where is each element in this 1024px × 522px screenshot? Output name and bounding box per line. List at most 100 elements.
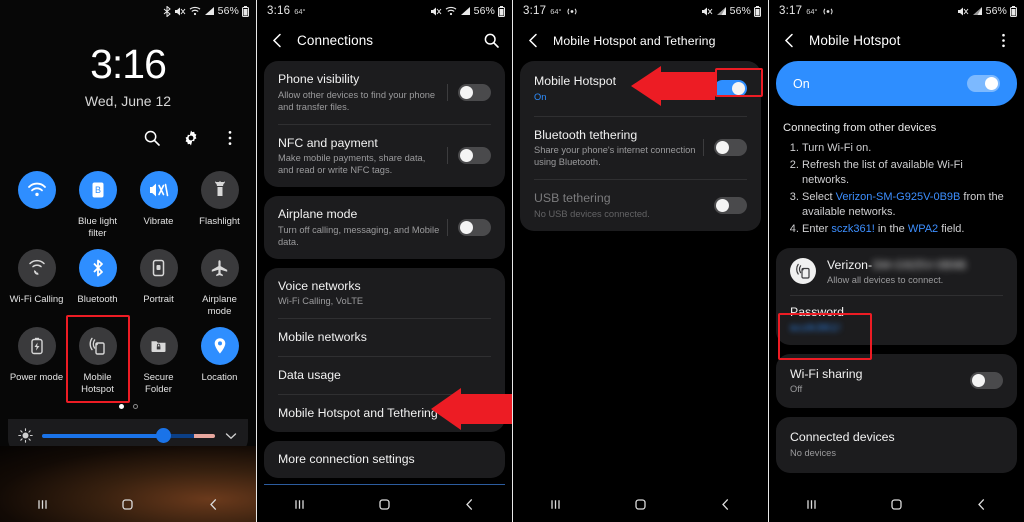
back-icon[interactable] bbox=[525, 32, 542, 49]
back-icon[interactable] bbox=[269, 32, 286, 49]
tile-bluetooth[interactable]: Bluetooth bbox=[71, 239, 125, 317]
tile-wifi-calling[interactable]: Wi-Fi Calling bbox=[10, 239, 64, 317]
mobile-data-icon bbox=[972, 6, 983, 16]
step-text: Turn Wi-Fi on. bbox=[802, 142, 872, 154]
row-mobile-networks[interactable]: Mobile networks bbox=[264, 319, 505, 356]
tile-wifi[interactable] bbox=[10, 161, 64, 239]
status-time: 3:16 bbox=[267, 5, 291, 17]
row-title: More connection settings bbox=[278, 452, 415, 466]
back-icon[interactable] bbox=[718, 497, 733, 512]
tile-flashlight[interactable]: Flashlight bbox=[193, 161, 247, 239]
battery-icon bbox=[1010, 5, 1017, 17]
row-more-connection-settings[interactable]: More connection settings bbox=[264, 441, 505, 478]
flashlight-icon bbox=[200, 171, 239, 209]
tile-mobile-hotspot[interactable]: Mobile Hotspot bbox=[65, 315, 130, 403]
overflow-menu-icon[interactable] bbox=[221, 129, 239, 147]
quick-panel: 56% 3:16 Wed, June 12 B Blue light filte… bbox=[0, 0, 256, 522]
toggle-mobile-hotspot[interactable] bbox=[714, 79, 747, 97]
home-icon[interactable] bbox=[889, 497, 904, 512]
wifi-icon bbox=[189, 6, 201, 16]
recents-icon[interactable] bbox=[292, 497, 307, 512]
clock-date: Wed, June 12 bbox=[84, 93, 172, 109]
tile-location[interactable]: Location bbox=[193, 317, 247, 395]
overflow-menu-icon[interactable] bbox=[995, 32, 1012, 49]
brightness-slider[interactable] bbox=[42, 428, 215, 443]
instruction-step: Refresh the list of available Wi-Fi netw… bbox=[802, 158, 1010, 189]
back-icon[interactable] bbox=[462, 497, 477, 512]
toggle-wifi-sharing[interactable] bbox=[970, 372, 1003, 390]
search-icon[interactable] bbox=[143, 129, 161, 147]
row-subtitle: Allow other devices to find your phone a… bbox=[278, 89, 436, 112]
wifi-icon bbox=[445, 6, 457, 16]
tile-airplane-mode[interactable]: Airplane mode bbox=[193, 239, 247, 317]
home-icon[interactable] bbox=[120, 497, 135, 512]
instruction-step: Enter sczk361! in the WPA2 field. bbox=[802, 222, 1010, 238]
row-phone-visibility[interactable]: Phone visibility Allow other devices to … bbox=[264, 61, 505, 124]
home-icon[interactable] bbox=[633, 497, 648, 512]
tile-row: Power mode Mobile Hotspot Secure Folder … bbox=[6, 315, 250, 403]
panel-mobile-hotspot: 3:17 64° 56% Mobile Hotspot On Connectin… bbox=[768, 0, 1024, 522]
status-bar: 3:16 64° 56% bbox=[257, 0, 512, 22]
navigation-bar bbox=[257, 486, 512, 522]
row-title: Wi-Fi sharing bbox=[790, 366, 863, 381]
toggle-bluetooth-tethering[interactable] bbox=[714, 139, 747, 157]
tile-label: Blue light filter bbox=[77, 216, 118, 239]
row-subtitle: Make mobile payments, share data, and re… bbox=[278, 153, 426, 175]
tile-portrait[interactable]: Portrait bbox=[132, 239, 186, 317]
row-nfc-and-payment[interactable]: NFC and payment Make mobile payments, sh… bbox=[264, 125, 505, 188]
back-icon[interactable] bbox=[206, 497, 221, 512]
row-subtitle: On bbox=[534, 91, 547, 102]
status-bar: 3:17 64° 56% bbox=[513, 0, 768, 22]
recents-icon[interactable] bbox=[35, 497, 50, 512]
mute-icon bbox=[430, 6, 442, 17]
tile-secure-folder[interactable]: Secure Folder bbox=[132, 317, 186, 395]
tile-blue-light-filter[interactable]: B Blue light filter bbox=[71, 161, 125, 239]
row-title: USB tethering bbox=[534, 191, 611, 205]
row-wifi-sharing[interactable]: Wi-Fi sharing Off bbox=[776, 354, 1017, 409]
row-bluetooth-tethering[interactable]: Bluetooth tethering Share your phone's i… bbox=[520, 117, 761, 180]
search-icon[interactable] bbox=[483, 32, 500, 49]
slider-knob[interactable] bbox=[156, 428, 172, 443]
row-voice-networks[interactable]: Voice networks Wi-Fi Calling, VoLTE bbox=[264, 268, 505, 319]
back-icon[interactable] bbox=[974, 497, 989, 512]
screen-header: Connections bbox=[257, 22, 512, 61]
row-title: Voice networks bbox=[278, 278, 361, 293]
card-ssid-password: Verizon- SM-G925V-0B9B Allow all devices … bbox=[776, 248, 1017, 345]
toggle-phone-visibility[interactable] bbox=[458, 83, 491, 101]
ssid-link[interactable]: Verizon-SM-G925V-0B9B bbox=[836, 191, 961, 203]
toggle-airplane-mode[interactable] bbox=[458, 218, 491, 236]
secure-folder-icon bbox=[139, 327, 178, 365]
home-icon[interactable] bbox=[377, 497, 392, 512]
page-dot-active bbox=[118, 404, 124, 409]
row-subtitle: Turn off calling, messaging, and Mobile … bbox=[278, 224, 440, 247]
row-connected-devices[interactable]: Connected devices No devices bbox=[776, 417, 1017, 473]
row-data-usage[interactable]: Data usage bbox=[264, 357, 505, 394]
row-password[interactable]: Password sczk361! bbox=[776, 296, 1017, 345]
back-icon[interactable] bbox=[781, 32, 798, 49]
tile-vibrate[interactable]: Vibrate bbox=[132, 161, 186, 239]
network-name-visible: Verizon- bbox=[827, 258, 873, 272]
step-text: field. bbox=[938, 222, 965, 235]
mute-icon bbox=[174, 6, 186, 17]
tile-power-mode[interactable]: Power mode bbox=[10, 317, 64, 395]
toggle-hotspot-master[interactable] bbox=[967, 75, 1000, 92]
password-link[interactable]: sczk361! bbox=[831, 223, 874, 235]
tile-label: Location bbox=[201, 372, 238, 383]
quick-panel-actions bbox=[0, 109, 256, 147]
bluetooth-icon bbox=[163, 5, 172, 17]
row-airplane-mode[interactable]: Airplane mode Turn off calling, messagin… bbox=[264, 196, 505, 259]
row-mobile-hotspot-and-tethering[interactable]: Mobile Hotspot and Tethering bbox=[264, 395, 505, 432]
row-mobile-hotspot[interactable]: Mobile Hotspot On bbox=[520, 61, 761, 116]
recents-icon[interactable] bbox=[804, 497, 819, 512]
gear-icon[interactable] bbox=[182, 129, 200, 147]
status-temperature: 64° bbox=[806, 6, 818, 16]
row-network-name[interactable]: Verizon- SM-G925V-0B9B Allow all devices … bbox=[776, 248, 1017, 295]
chevron-down-icon[interactable] bbox=[224, 429, 238, 443]
hotspot-master-switch-card[interactable]: On bbox=[776, 61, 1017, 106]
row-title: Phone visibility bbox=[278, 72, 360, 86]
wpa2-link[interactable]: WPA2 bbox=[908, 223, 938, 235]
toggle-nfc-and-payment[interactable] bbox=[458, 147, 491, 165]
recents-icon[interactable] bbox=[548, 497, 563, 512]
row-subtitle: Off bbox=[790, 384, 803, 394]
instruction-step: Select Verizon-SM-G925V-0B9B from the av… bbox=[802, 190, 1010, 221]
